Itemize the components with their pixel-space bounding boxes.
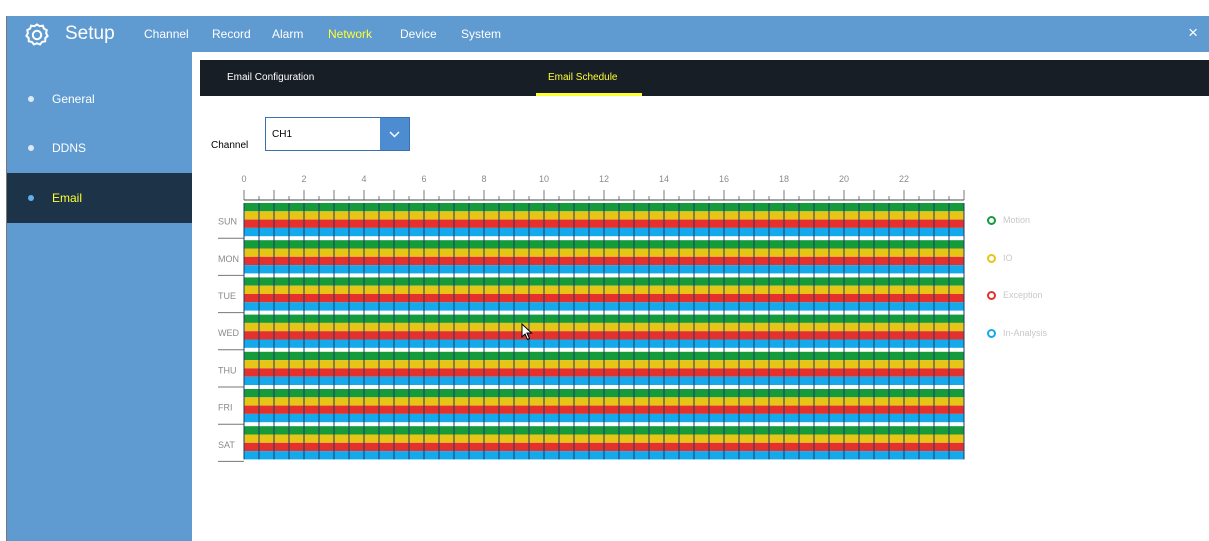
day-label: SUN (218, 217, 237, 227)
menu-device[interactable]: Device (400, 26, 437, 42)
title-bar: Setup Channel Record Alarm Network Devic… (7, 16, 1209, 52)
in-analysis-dot-icon (987, 329, 996, 338)
hour-label: 2 (301, 174, 306, 184)
tab-email-schedule[interactable]: Email Schedule (548, 71, 617, 85)
menu-network[interactable]: Network (328, 26, 372, 42)
legend-label: IO (1003, 253, 1013, 263)
menu-channel[interactable]: Channel (144, 26, 189, 42)
bullet-icon (28, 195, 34, 201)
mouse-cursor-icon (521, 323, 533, 341)
day-label: TUE (218, 291, 236, 301)
schedule-grid[interactable]: 0 2 4 6 8 10 12 14 16 18 20 22 SUN MON TUE WED THU FRI SAT (200, 152, 1209, 541)
close-icon[interactable]: × (1188, 23, 1198, 43)
day-label: WED (218, 328, 239, 338)
menu-system[interactable]: System (461, 26, 501, 42)
bullet-icon (28, 145, 34, 151)
hour-label: 18 (779, 174, 789, 184)
exception-dot-icon (987, 291, 996, 300)
page-top-strip (0, 0, 1209, 16)
hour-label: 0 (241, 174, 246, 184)
active-tab-indicator (536, 93, 642, 96)
day-label: THU (218, 365, 237, 375)
sidebar-item-email[interactable]: Email (7, 173, 192, 223)
menu-record[interactable]: Record (212, 26, 251, 42)
sidebar-item-label: General (52, 92, 95, 106)
channel-label: Channel (211, 140, 249, 151)
tab-bar: Email Configuration Email Schedule (200, 60, 1209, 96)
sidebar-item-label: DDNS (52, 141, 87, 155)
hour-label: 4 (361, 174, 366, 184)
menu-alarm[interactable]: Alarm (272, 26, 303, 42)
hour-label: 12 (599, 174, 609, 184)
hour-label: 8 (481, 174, 486, 184)
hour-label: 10 (539, 174, 549, 184)
legend-label: Exception (1003, 290, 1043, 300)
sidebar-item-ddns[interactable]: DDNS (7, 123, 192, 173)
motion-dot-icon (987, 216, 996, 225)
sidebar-item-label: Email (52, 191, 83, 205)
day-label: MON (218, 254, 239, 264)
bullet-icon (28, 96, 34, 102)
day-label: FRI (218, 403, 233, 413)
app-title: Setup (65, 23, 115, 44)
channel-select-value: CH1 (272, 129, 293, 140)
legend-label: Motion (1003, 215, 1031, 225)
io-dot-icon (987, 254, 996, 263)
channel-select[interactable]: CH1 (265, 117, 410, 151)
hour-label: 20 (839, 174, 849, 184)
hour-label: 14 (659, 174, 669, 184)
legend-label: In-Analysis (1003, 328, 1048, 338)
tab-email-configuration[interactable]: Email Configuration (227, 71, 314, 85)
sidebar-item-general[interactable]: General (7, 74, 192, 124)
setup-window: Setup Channel Record Alarm Network Devic… (6, 16, 1209, 541)
sidebar: General DDNS Email (7, 52, 192, 541)
hour-label: 16 (719, 174, 729, 184)
hour-label: 22 (899, 174, 909, 184)
hour-label: 6 (421, 174, 426, 184)
day-label: SAT (218, 440, 235, 450)
gear-icon[interactable] (24, 22, 50, 48)
chevron-down-icon[interactable] (380, 118, 409, 150)
